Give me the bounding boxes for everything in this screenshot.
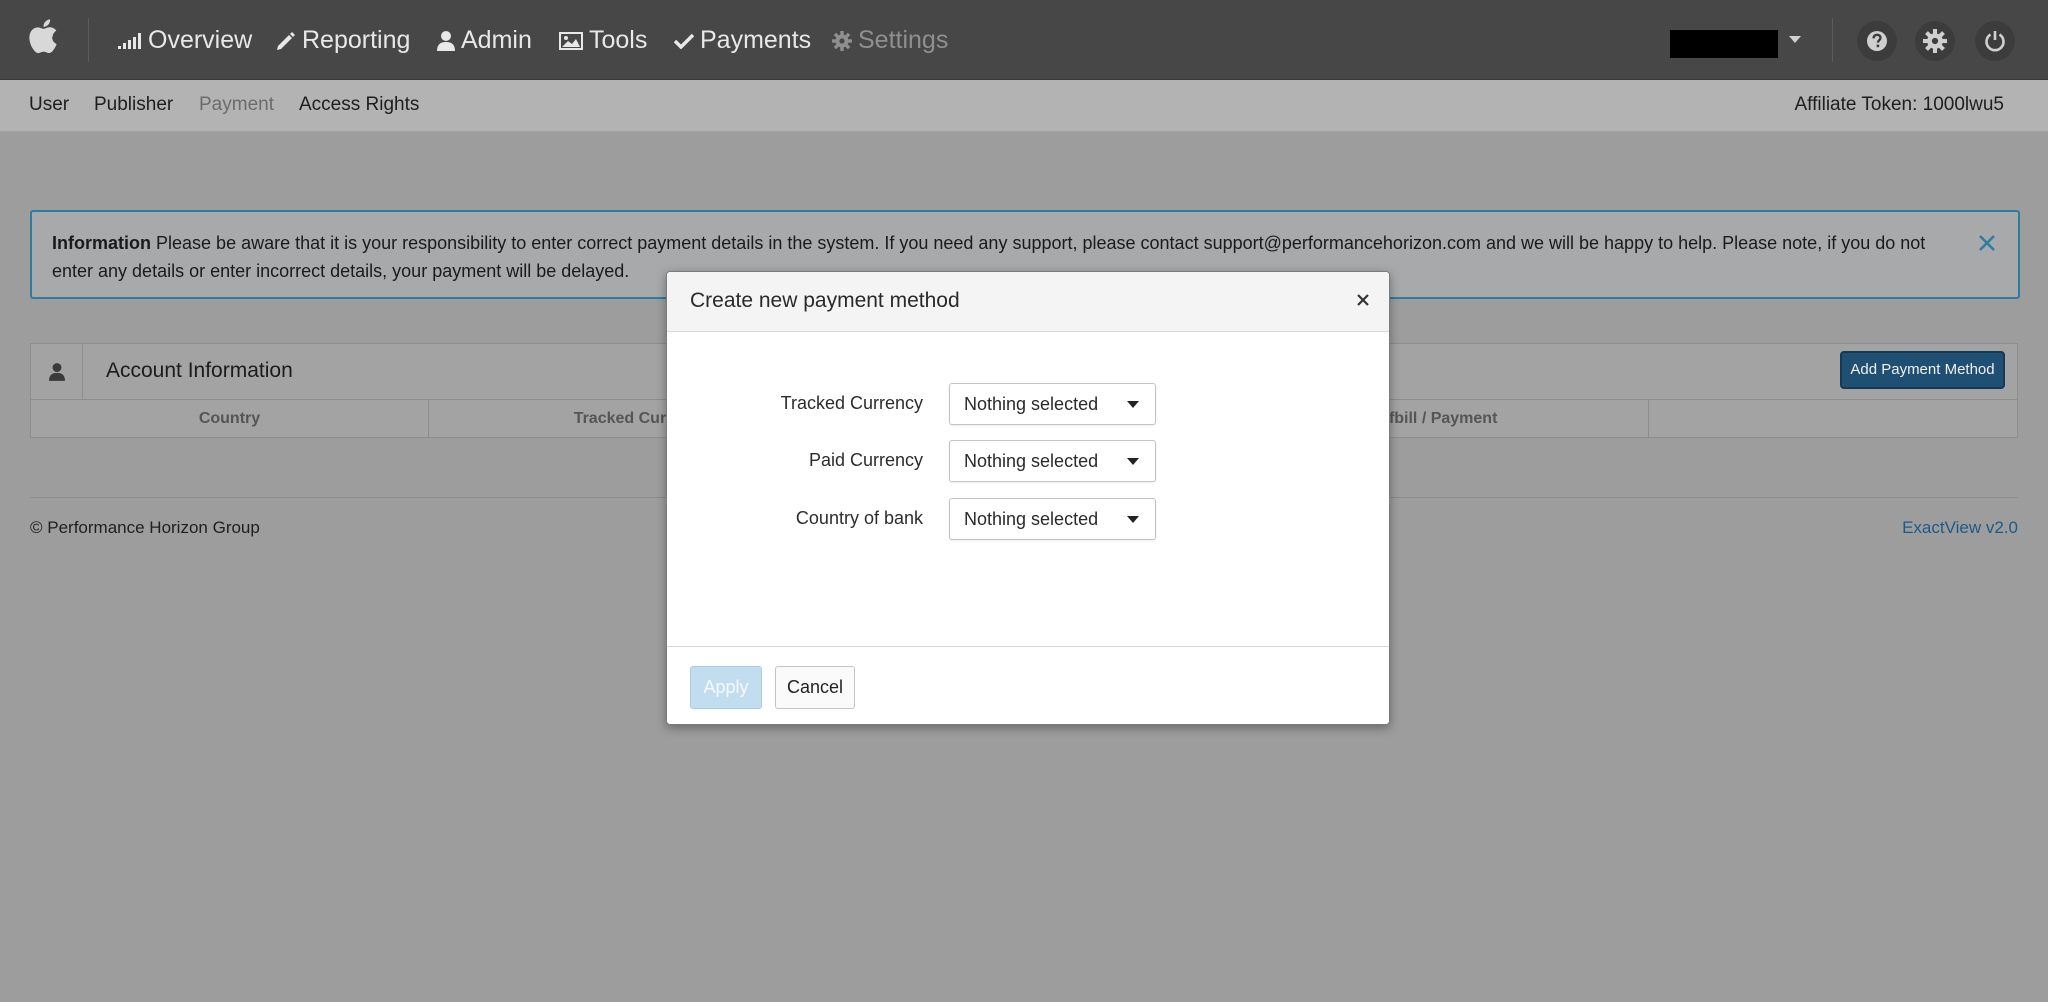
sub-navigation: User Publisher Payment Access Rights Aff… <box>0 80 2048 132</box>
help-icon[interactable] <box>1857 21 1897 61</box>
caret-down-icon <box>1127 401 1139 408</box>
nav-reporting-label: Reporting <box>302 26 411 54</box>
nav-settings[interactable]: Settings <box>832 22 948 58</box>
footer-copyright: © Performance Horizon Group <box>30 518 260 537</box>
close-icon[interactable] <box>1976 232 1998 254</box>
dialog-title: Create new payment method <box>690 289 960 312</box>
column-header[interactable] <box>1649 400 2019 438</box>
subnav-user[interactable]: User <box>29 94 69 116</box>
footer-version-link[interactable]: ExactView v2.0 <box>1902 518 2018 538</box>
country-of-bank-select[interactable]: Nothing selected <box>949 498 1156 540</box>
select-value: Nothing selected <box>964 451 1099 471</box>
select-value: Nothing selected <box>964 394 1099 414</box>
nav-overview[interactable]: Overview <box>118 22 252 58</box>
nav-overview-label: Overview <box>148 26 253 54</box>
dialog-body: Tracked Currency Nothing selected Paid C… <box>667 332 1389 647</box>
create-payment-method-dialog: Create new payment method Tracked Curren… <box>666 271 1390 725</box>
nav-tools[interactable]: Tools <box>559 22 647 58</box>
nav-admin[interactable]: Admin <box>437 22 532 58</box>
gear-icon <box>832 31 852 52</box>
dialog-footer: Apply Cancel <box>667 648 1389 724</box>
subnav-access-rights[interactable]: Access Rights <box>299 94 419 116</box>
paid-currency-select[interactable]: Nothing selected <box>949 440 1156 482</box>
select-value: Nothing selected <box>964 509 1099 529</box>
user-icon <box>437 31 455 52</box>
account-dropdown-caret-icon[interactable] <box>1789 36 1801 43</box>
caret-down-icon <box>1127 516 1139 523</box>
signal-bars-icon <box>118 33 142 50</box>
gear-icon[interactable] <box>1915 21 1955 61</box>
nav-tools-label: Tools <box>589 26 648 54</box>
tracked-currency-row: Tracked Currency Nothing selected <box>667 383 1389 425</box>
paid-currency-row: Paid Currency Nothing selected <box>667 440 1389 482</box>
apple-icon[interactable] <box>28 18 58 54</box>
nav-payments-label: Payments <box>700 26 812 54</box>
alert-heading: Information <box>52 233 151 253</box>
nav-settings-label: Settings <box>858 26 949 54</box>
check-icon <box>674 33 694 50</box>
user-icon <box>31 344 83 400</box>
power-icon[interactable] <box>1975 21 2015 61</box>
country-of-bank-label: Country of bank <box>795 508 923 528</box>
account-name-redacted[interactable] <box>1670 30 1778 58</box>
apply-button[interactable]: Apply <box>690 666 762 709</box>
add-payment-method-button[interactable]: Add Payment Method <box>1840 351 2005 389</box>
cancel-button[interactable]: Cancel <box>775 666 855 709</box>
tracked-currency-select[interactable]: Nothing selected <box>949 383 1156 425</box>
top-navigation-bar: Overview Reporting Admin Tools Payments … <box>0 0 2048 80</box>
paid-currency-label: Paid Currency <box>808 450 923 470</box>
nav-admin-label: Admin <box>461 26 532 54</box>
caret-down-icon <box>1127 458 1139 465</box>
picture-icon <box>559 32 583 51</box>
nav-reporting[interactable]: Reporting <box>276 22 410 58</box>
pencil-icon <box>276 31 296 51</box>
tracked-currency-label: Tracked Currency <box>780 393 923 413</box>
affiliate-token: Affiliate Token: 1000lwu5 <box>1794 94 2004 115</box>
panel-title: Account Information <box>106 359 293 382</box>
close-icon[interactable] <box>1355 292 1371 308</box>
subnav-payment[interactable]: Payment <box>199 94 274 116</box>
divider <box>88 18 89 62</box>
dialog-header: Create new payment method <box>667 272 1389 332</box>
country-of-bank-row: Country of bank Nothing selected <box>667 498 1389 540</box>
nav-payments[interactable]: Payments <box>674 22 811 58</box>
subnav-publisher[interactable]: Publisher <box>94 94 173 116</box>
divider <box>1832 18 1833 62</box>
column-header-country[interactable]: Country <box>31 400 429 438</box>
